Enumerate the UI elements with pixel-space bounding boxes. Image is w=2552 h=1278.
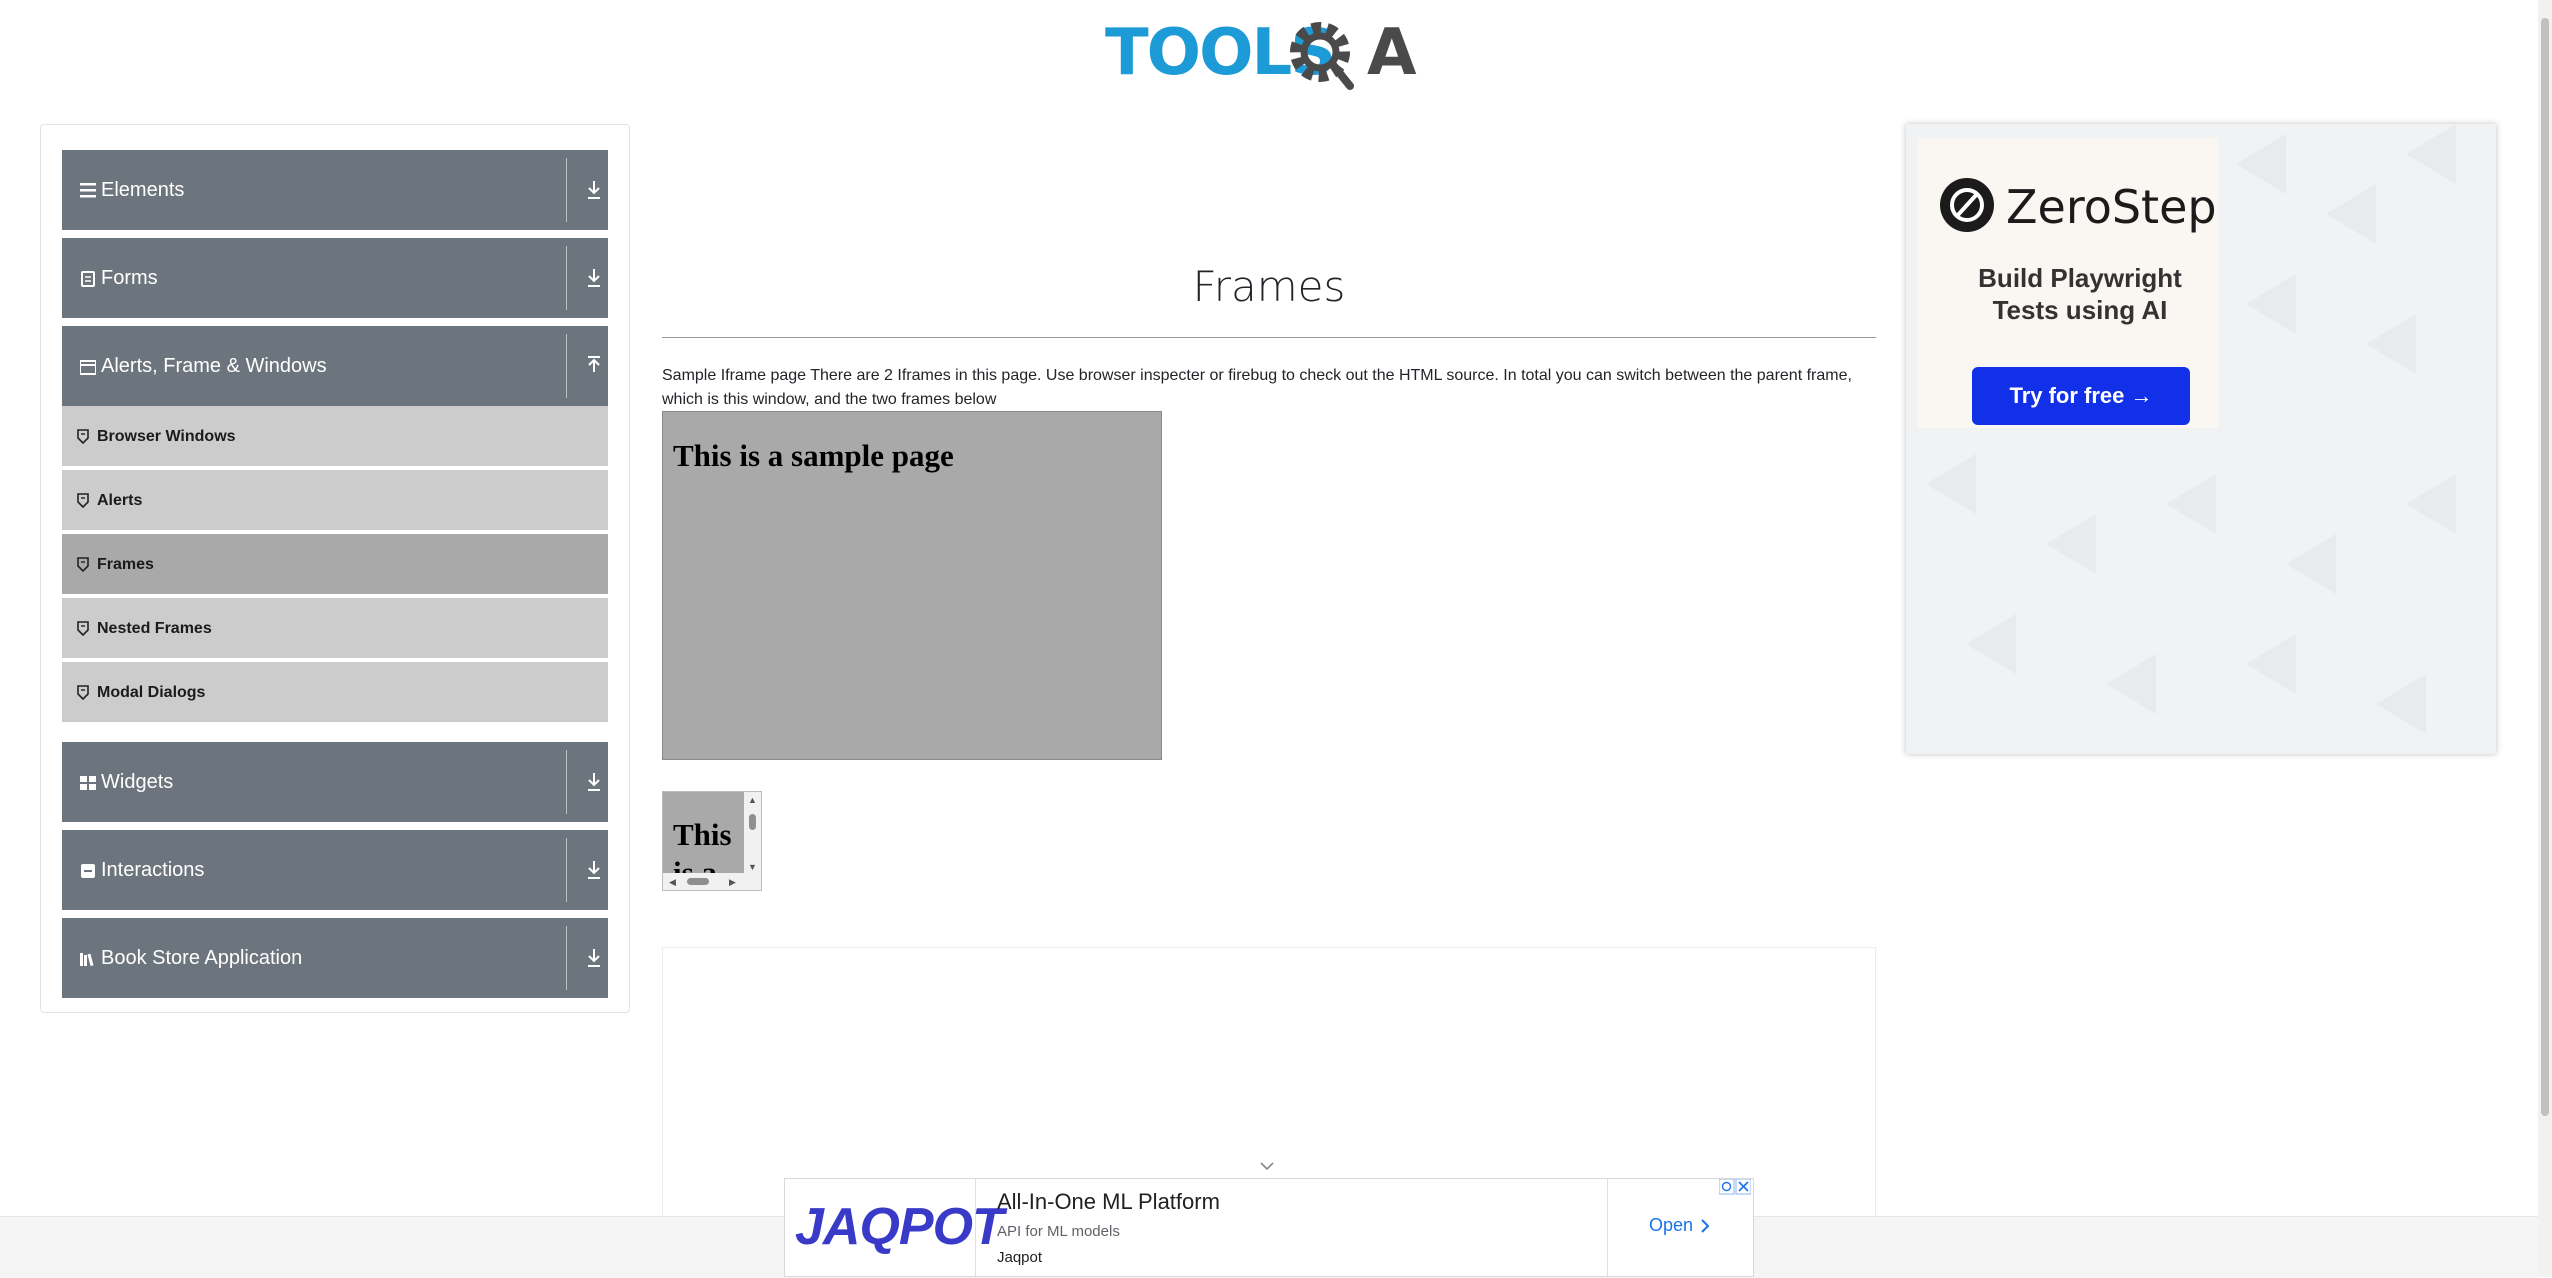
menu-item-label: Browser Windows [97, 428, 236, 445]
ad-brand: ZeroStep [2006, 180, 2217, 234]
try-for-free-button[interactable]: Try for free → [1972, 367, 2190, 425]
shield-icon [77, 685, 89, 700]
menu-item-modal-dialogs[interactable]: Modal Dialogs [62, 662, 608, 724]
zerostep-logo-icon [1940, 178, 1994, 232]
frame-heading: This is a sample page [673, 438, 954, 473]
window-icon [80, 360, 96, 375]
group-label: Forms [101, 267, 158, 289]
download-arrow-icon [588, 949, 600, 967]
upload-arrow-icon [588, 356, 600, 372]
menu-item-browser-windows[interactable]: Browser Windows [62, 406, 608, 468]
form-icon [81, 271, 95, 287]
download-arrow-icon [588, 269, 600, 287]
grid-icon [80, 776, 96, 790]
group-label: Elements [101, 179, 185, 201]
logo-text-right: A [1367, 16, 1417, 90]
divider [566, 750, 567, 814]
list-icon [80, 183, 96, 198]
iframe-large[interactable]: This is a sample page [662, 411, 1162, 760]
group-book-store-application[interactable]: Book Store Application [62, 918, 608, 998]
download-arrow-icon [588, 181, 600, 199]
page-scrollbar[interactable] [2538, 0, 2552, 1277]
group-alerts-frame-windows[interactable]: Alerts, Frame & Windows [62, 326, 608, 406]
iframe-small[interactable]: This is a ▲ ▼ ◀ ▶ [662, 791, 762, 891]
horizontal-scrollbar[interactable]: ◀ ▶ [663, 873, 761, 890]
vertical-scrollbar[interactable]: ▲ ▼ [744, 792, 761, 875]
download-arrow-icon [588, 773, 600, 791]
group-widgets[interactable]: Widgets [62, 742, 608, 822]
shield-icon [77, 493, 89, 508]
ad-card: ZeroStep Build Playwright Tests using AI… [1918, 138, 2218, 428]
jaqpot-logo: JAQPOT [785, 1179, 1004, 1276]
banner-open-label: Open [1649, 1215, 1694, 1235]
divider [566, 246, 567, 310]
divider [566, 838, 567, 902]
books-icon [80, 953, 94, 967]
ad-tagline-line1: Build Playwright [1978, 263, 2182, 293]
group-interactions[interactable]: Interactions [62, 830, 608, 910]
menu-item-label: Frames [97, 556, 154, 573]
scroll-right-icon[interactable]: ▶ [729, 877, 736, 887]
divider [566, 158, 567, 222]
scroll-down-icon[interactable]: ▼ [748, 862, 757, 872]
right-ad[interactable]: ZeroStep Build Playwright Tests using AI… [1906, 124, 2496, 754]
scroll-left-icon[interactable]: ◀ [669, 877, 676, 887]
page-description: Sample Iframe page There are 2 Iframes i… [662, 367, 1852, 408]
banner-logo-text: JAQPOT [795, 1198, 1004, 1256]
banner-title: All-In-One ML Platform [997, 1189, 1220, 1214]
download-arrow-icon [588, 861, 600, 879]
chevron-right-icon [1701, 1219, 1710, 1233]
menu-item-label: Alerts [97, 492, 143, 509]
ad-choices-close-icon[interactable] [1719, 1179, 1751, 1195]
group-label: Book Store Application [101, 947, 303, 969]
group-label: Interactions [101, 859, 205, 881]
divider [1607, 1179, 1608, 1276]
divider [566, 926, 567, 990]
interactions-icon [81, 864, 95, 878]
ad-tagline-line2: Tests using AI [1992, 295, 2168, 325]
menu-item-alerts[interactable]: Alerts [62, 470, 608, 532]
group-elements[interactable]: Elements [62, 150, 608, 230]
chevron-down-icon[interactable] [1258, 1160, 1276, 1172]
menu-item-frames[interactable]: Frames [62, 534, 608, 596]
banner-brand: Jaqpot [997, 1249, 1043, 1266]
shield-icon [77, 429, 89, 444]
banner-subtitle: API for ML models [997, 1223, 1120, 1240]
group-forms[interactable]: Forms [62, 238, 608, 318]
scroll-up-icon[interactable]: ▲ [748, 795, 757, 805]
group-label: Widgets [101, 771, 174, 793]
page-title: Frames [1192, 262, 1346, 311]
menu-item-nested-frames[interactable]: Nested Frames [62, 598, 608, 660]
menu-item-label: Nested Frames [97, 620, 212, 637]
menu-item-label: Modal Dialogs [97, 684, 206, 701]
divider [566, 334, 567, 398]
logo-text-left: TOOLS [1105, 16, 1334, 90]
group-label: Alerts, Frame & Windows [101, 355, 327, 377]
title-divider [662, 337, 1876, 338]
scroll-thumb[interactable] [687, 878, 709, 885]
shield-icon [77, 557, 89, 572]
ad-tagline: Build Playwright Tests using AI [1918, 262, 2242, 326]
banner-open-button[interactable]: Open [1649, 1215, 1712, 1236]
page-scroll-thumb[interactable] [2541, 18, 2549, 1116]
scroll-thumb[interactable] [749, 814, 756, 830]
left-panel: Elements Forms Alerts, Frame & Windows B… [40, 124, 630, 1013]
toolsqa-logo[interactable]: TOOLS A [1105, 14, 1435, 94]
shield-icon [77, 621, 89, 636]
banner-ad[interactable]: JAQPOT All-In-One ML Platform API for ML… [784, 1178, 1754, 1277]
